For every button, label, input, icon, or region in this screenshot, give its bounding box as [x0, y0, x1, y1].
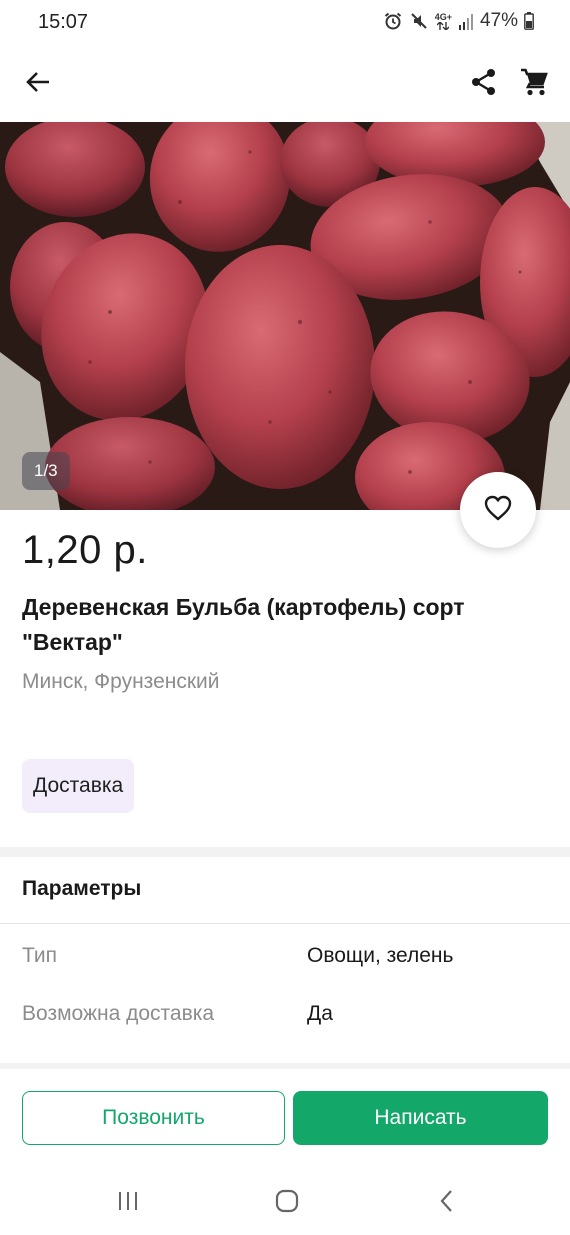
parameter-label: Тип [22, 944, 58, 967]
section-divider [0, 1063, 570, 1069]
back-button[interactable] [18, 64, 58, 104]
gallery-page-indicator: 1/3 [22, 452, 70, 490]
alarm-icon [383, 11, 403, 31]
cart-icon [519, 67, 549, 102]
listing-title: Деревенская Бульба (картофель) сорт "Век… [22, 594, 465, 655]
potatoes-photo [0, 122, 570, 510]
network-4g-icon: 4G+ [435, 12, 452, 30]
parameters-divider [0, 923, 570, 924]
delivery-badge: Доставка [22, 759, 135, 813]
back-icon [439, 1189, 455, 1218]
favorite-button[interactable] [460, 472, 536, 548]
home-button[interactable] [267, 1188, 307, 1218]
parameter-row: Тип Овощи, зелень [0, 944, 570, 984]
back-arrow-icon [25, 69, 51, 100]
parameter-value: Овощи, зелень [307, 944, 454, 967]
recents-button[interactable] [108, 1188, 148, 1218]
nav-back-button[interactable] [427, 1188, 467, 1218]
parameter-label: Возможна доставка [22, 1002, 215, 1025]
share-icon [470, 68, 498, 101]
cart-button[interactable] [514, 64, 554, 104]
parameters-title: Параметры [22, 877, 142, 900]
battery-percent: 47% [479, 10, 518, 31]
heart-icon [483, 494, 513, 527]
listing-price: 1,20 р. [22, 528, 148, 572]
share-button[interactable] [464, 64, 504, 104]
write-message-button[interactable]: Написать [293, 1091, 548, 1145]
mute-icon [409, 11, 429, 31]
call-button[interactable]: Позвонить [22, 1091, 285, 1145]
system-nav-bar [0, 1170, 570, 1235]
status-bar: 15:07 4G+ 47% [0, 0, 570, 46]
parameter-value: Да [307, 1002, 333, 1025]
listing-location: Минск, Фрунзенский [22, 670, 220, 693]
battery-icon [524, 12, 534, 30]
app-bar [0, 46, 570, 122]
status-time: 15:07 [38, 11, 89, 33]
section-divider [0, 847, 570, 857]
status-icons: 4G+ 47% [383, 10, 534, 32]
product-image-gallery[interactable]: 1/3 [0, 122, 570, 510]
home-icon [275, 1189, 299, 1218]
signal-icon [458, 12, 474, 30]
recents-icon [117, 1190, 139, 1217]
parameter-row: Возможна доставка Да [0, 1002, 570, 1042]
